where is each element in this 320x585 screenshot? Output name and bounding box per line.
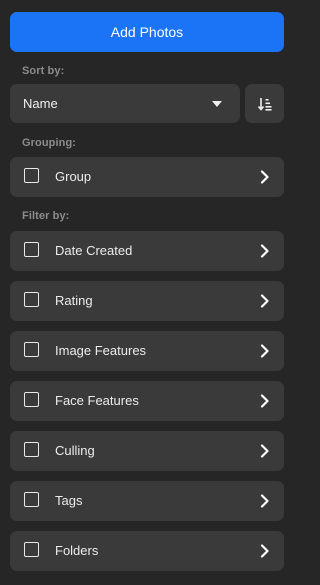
folders-checkbox[interactable] (24, 542, 39, 557)
grouping-label: Grouping: (22, 137, 77, 149)
sort-by-value: Name (23, 96, 58, 111)
chevron-right-icon (260, 444, 269, 458)
chevron-right-icon (260, 244, 269, 258)
filter-item-label: Rating (55, 293, 93, 308)
sort-by-label: Sort by: (22, 65, 65, 77)
filter-item-rating[interactable]: Rating (10, 281, 284, 321)
filter-item-label: Tags (55, 493, 83, 508)
image-features-checkbox[interactable] (24, 342, 39, 357)
culling-checkbox[interactable] (24, 442, 39, 457)
date-created-checkbox[interactable] (24, 242, 39, 257)
filter-item-label: Face Features (55, 393, 139, 408)
filter-item-image-features[interactable]: Image Features (10, 331, 284, 371)
chevron-right-icon (260, 544, 269, 558)
filter-item-label: Culling (55, 443, 95, 458)
grouping-item-label: Group (55, 169, 92, 184)
tags-checkbox[interactable] (24, 492, 39, 507)
filter-by-label: Filter by: (22, 210, 70, 222)
sort-by-select[interactable]: Name (10, 84, 240, 123)
filter-item-label: Date Created (55, 243, 133, 258)
caret-down-icon (212, 101, 222, 107)
chevron-right-icon (260, 394, 269, 408)
chevron-right-icon (260, 344, 269, 358)
chevron-right-icon (260, 494, 269, 508)
add-photos-button[interactable]: Add Photos (10, 12, 284, 52)
face-features-checkbox[interactable] (24, 392, 39, 407)
sort-direction-button[interactable] (245, 84, 284, 123)
sort-ascending-icon (257, 97, 271, 111)
rating-checkbox[interactable] (24, 292, 39, 307)
filter-item-culling[interactable]: Culling (10, 431, 284, 471)
chevron-right-icon (260, 170, 269, 184)
grouping-item-group[interactable]: Group (10, 157, 284, 197)
photo-filter-panel: Add Photos Sort by: Name Grouping: Group… (0, 0, 295, 585)
filter-item-folders[interactable]: Folders (10, 531, 284, 571)
filter-item-label: Folders (55, 543, 99, 558)
filter-item-tags[interactable]: Tags (10, 481, 284, 521)
filter-item-date-created[interactable]: Date Created (10, 231, 284, 271)
filter-item-label: Image Features (55, 343, 147, 358)
chevron-right-icon (260, 294, 269, 308)
group-checkbox[interactable] (24, 168, 39, 183)
filter-item-face-features[interactable]: Face Features (10, 381, 284, 421)
